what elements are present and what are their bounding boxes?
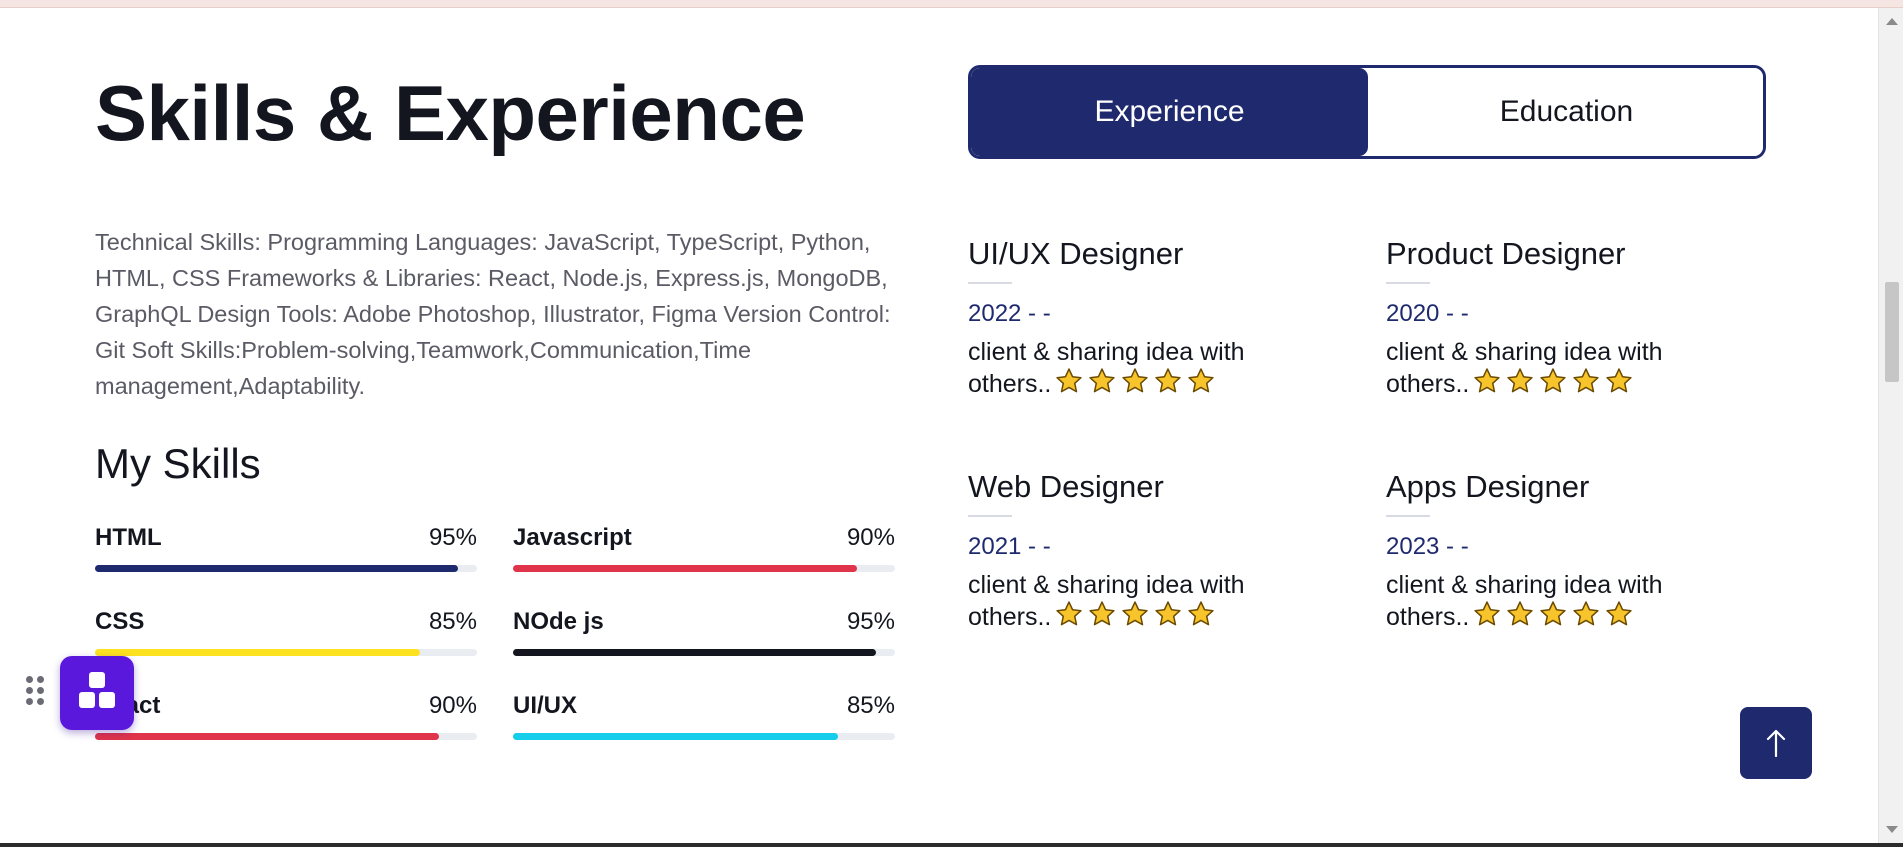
experience-year: 2021 - - — [968, 533, 1051, 560]
my-skills-heading: My Skills — [95, 440, 261, 487]
star-icon — [1572, 367, 1600, 395]
star-icon — [1506, 367, 1534, 395]
skill-progress-track — [95, 649, 477, 656]
skill-percent: 95% — [846, 608, 895, 635]
arrow-up-icon — [1766, 729, 1786, 758]
blocks-icon — [89, 672, 105, 688]
star-icon — [1187, 367, 1215, 395]
skill-progress-track — [513, 733, 895, 740]
skill-progress-track — [95, 733, 477, 740]
skill-progress-fill — [513, 565, 857, 572]
skill-percent: 85% — [428, 608, 477, 635]
star-icon — [1539, 600, 1567, 628]
skill-css: CSS 85% — [95, 604, 477, 674]
browser-top-edge — [0, 0, 1903, 8]
skill-percent: 85% — [846, 692, 895, 719]
skill-name: HTML — [95, 524, 162, 551]
experience-education-tabs: Experience Education — [968, 65, 1766, 159]
star-icon — [1572, 600, 1600, 628]
skill-progress-fill — [513, 733, 838, 740]
experience-title: Web Designer — [968, 469, 1164, 504]
skill-react: React 90% — [95, 688, 477, 758]
star-icon — [1605, 367, 1633, 395]
star-icon — [1088, 367, 1116, 395]
star-rating — [1055, 367, 1220, 402]
skill-name: Javascript — [513, 524, 632, 551]
widget-launcher-button[interactable] — [60, 656, 134, 730]
star-rating — [1473, 600, 1638, 635]
skill-progress-fill — [95, 565, 458, 572]
experience-description: client & sharing idea with others.. — [968, 338, 1308, 402]
star-icon — [1187, 600, 1215, 628]
skill-progress-fill — [513, 649, 876, 656]
page-scrollbar[interactable] — [1878, 8, 1903, 843]
star-icon — [1473, 367, 1501, 395]
skill-percent: 90% — [846, 524, 895, 551]
star-icon — [1121, 600, 1149, 628]
skills-description: Technical Skills: Programming Languages:… — [95, 229, 891, 399]
skill-nodejs: NOde js 95% — [513, 604, 895, 674]
skill-name: UI/UX — [513, 692, 578, 719]
back-to-top-button[interactable] — [1740, 707, 1812, 779]
scrollbar-thumb[interactable] — [1885, 282, 1899, 382]
experience-title: Product Designer — [1386, 236, 1626, 271]
experience-year: 2020 - - — [1386, 300, 1469, 327]
skill-percent: 90% — [428, 692, 477, 719]
skill-progress-fill — [95, 733, 439, 740]
star-icon — [1154, 600, 1182, 628]
star-icon — [1121, 367, 1149, 395]
experience-divider — [1386, 282, 1430, 284]
star-icon — [1055, 600, 1083, 628]
skill-percent: 95% — [428, 524, 477, 551]
experience-description: client & sharing idea with others.. — [1386, 338, 1726, 402]
star-icon — [1055, 367, 1083, 395]
skill-progress-fill — [95, 649, 420, 656]
tab-experience[interactable]: Experience — [971, 68, 1368, 156]
scroll-down-arrow[interactable] — [1886, 826, 1898, 833]
skill-progress-track — [513, 565, 895, 572]
skill-progress-track — [513, 649, 895, 656]
skill-name: NOde js — [513, 608, 604, 635]
skill-javascript: Javascript 90% — [513, 520, 895, 590]
skill-name: CSS — [95, 608, 145, 635]
experience-title: UI/UX Designer — [968, 236, 1184, 271]
browser-bottom-edge — [0, 843, 1903, 847]
star-icon — [1605, 600, 1633, 628]
experience-year: 2022 - - — [968, 300, 1051, 327]
star-icon — [1154, 367, 1182, 395]
drag-handle-icon[interactable] — [26, 676, 50, 716]
skill-html: HTML 95% — [95, 520, 477, 590]
page-title: Skills & Experience — [95, 69, 806, 157]
experience-title: Apps Designer — [1386, 469, 1590, 504]
star-rating — [1055, 600, 1220, 635]
star-icon — [1088, 600, 1116, 628]
skill-progress-track — [95, 565, 477, 572]
experience-divider — [968, 282, 1012, 284]
experience-divider — [1386, 515, 1430, 517]
scroll-up-arrow[interactable] — [1886, 18, 1898, 25]
star-icon — [1506, 600, 1534, 628]
experience-description: client & sharing idea with others.. — [1386, 571, 1726, 635]
star-icon — [1539, 367, 1567, 395]
experience-divider — [968, 515, 1012, 517]
star-rating — [1473, 367, 1638, 402]
star-icon — [1473, 600, 1501, 628]
skill-uiux: UI/UX 85% — [513, 688, 895, 758]
experience-year: 2023 - - — [1386, 533, 1469, 560]
tab-education[interactable]: Education — [1368, 68, 1763, 156]
experience-description: client & sharing idea with others.. — [968, 571, 1308, 635]
